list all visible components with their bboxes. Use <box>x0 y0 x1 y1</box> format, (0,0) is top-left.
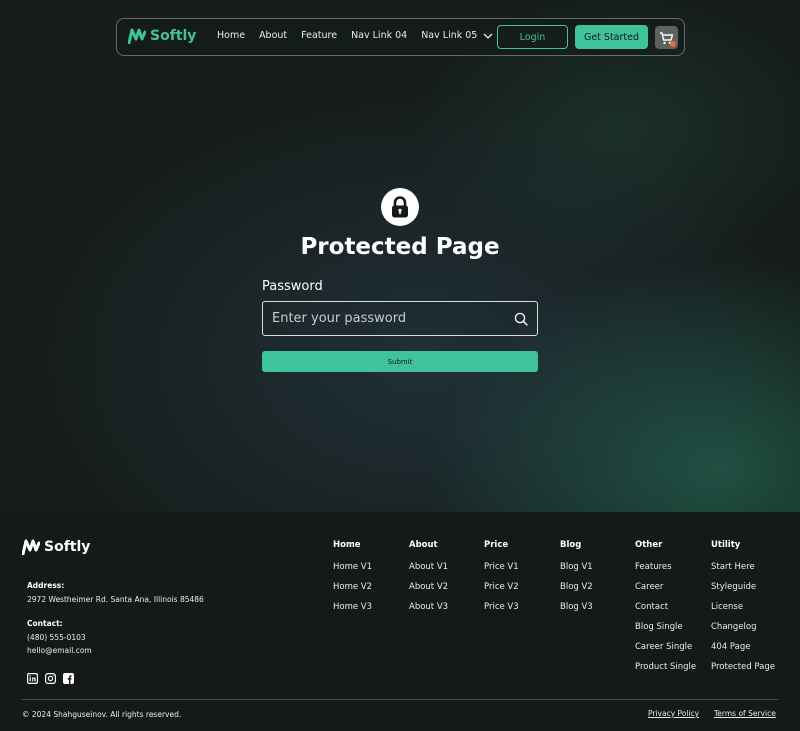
address-label: Address: <box>27 581 65 590</box>
footer-link[interactable]: Protected Page <box>711 662 775 682</box>
hero-section: Softly Home About Feature Nav Link 04 Na… <box>0 0 800 512</box>
footer-link[interactable]: About V1 <box>409 562 448 582</box>
instagram-icon[interactable] <box>45 669 57 685</box>
footer-link[interactable]: Price V1 <box>484 562 519 582</box>
search-icon[interactable] <box>514 312 528 326</box>
footer-link[interactable]: License <box>711 602 775 622</box>
page-title: Protected Page <box>300 234 500 260</box>
cart-badge <box>670 41 676 47</box>
footer-column-utility: Utility Start Here Styleguide License Ch… <box>711 540 775 682</box>
footer-column-heading: Price <box>484 540 509 550</box>
nav-link-about[interactable]: About <box>259 30 287 41</box>
footer-link[interactable]: About V2 <box>409 582 448 602</box>
submit-button[interactable]: Submit <box>262 351 538 372</box>
footer-column-price: Price Price V1 Price V2 Price V3 <box>484 540 519 622</box>
footer-column-blog: Blog Blog V1 Blog V2 Blog V3 <box>560 540 593 622</box>
footer-column-heading: About <box>409 540 438 550</box>
footer-link[interactable]: Features <box>635 562 696 582</box>
footer-link[interactable]: Home V2 <box>333 582 372 602</box>
phone-text[interactable]: (480) 555-0103 <box>27 633 86 642</box>
footer-link[interactable]: Price V3 <box>484 602 519 622</box>
facebook-icon[interactable] <box>63 669 74 684</box>
footer-link[interactable]: 404 Page <box>711 642 775 662</box>
footer-column-heading: Utility <box>711 540 741 550</box>
chevron-down-icon <box>483 33 493 39</box>
footer-link[interactable]: Styleguide <box>711 582 775 602</box>
address-text: 2972 Westheimer Rd. Santa Ana, Illinois … <box>27 595 204 604</box>
footer-link[interactable]: Career Single <box>635 642 696 662</box>
footer-logo[interactable]: Softly <box>22 539 90 555</box>
footer-divider <box>22 699 778 700</box>
footer-link[interactable]: Blog V2 <box>560 582 593 602</box>
footer-link[interactable]: Home V1 <box>333 562 372 582</box>
footer: Softly Address: 2972 Westheimer Rd. Sant… <box>0 512 800 731</box>
privacy-policy-link[interactable]: Privacy Policy <box>648 709 699 718</box>
copyright-text: © 2024 Shahguseinov. All rights reserved… <box>22 710 182 719</box>
footer-link[interactable]: Blog V3 <box>560 602 593 622</box>
linkedin-icon[interactable] <box>27 669 39 685</box>
brand-name: Softly <box>44 539 91 555</box>
lock-badge <box>381 188 419 226</box>
footer-link[interactable]: Product Single <box>635 662 696 682</box>
footer-column-heading: Home <box>333 540 361 550</box>
nav-link-05-label: Nav Link 05 <box>421 30 478 41</box>
nav-link-home[interactable]: Home <box>217 30 245 41</box>
password-input[interactable] <box>272 302 502 335</box>
cart-button[interactable] <box>655 26 678 49</box>
nav-link-feature[interactable]: Feature <box>301 30 337 41</box>
footer-link[interactable]: Changelog <box>711 622 775 642</box>
nav-links: Home About Feature Nav Link 04 Nav Link … <box>217 30 507 41</box>
email-text[interactable]: hello@email.com <box>27 646 92 655</box>
brand-name: Softly <box>150 28 197 44</box>
footer-column-home: Home Home V1 Home V2 Home V3 <box>333 540 372 622</box>
navbar-logo[interactable]: Softly <box>128 28 196 44</box>
password-field[interactable] <box>262 301 538 336</box>
contact-label: Contact: <box>27 619 63 628</box>
footer-column-other: Other Features Career Contact Blog Singl… <box>635 540 696 682</box>
footer-column-heading: Other <box>635 540 663 550</box>
terms-of-service-link[interactable]: Terms of Service <box>714 709 776 718</box>
password-label: Password <box>262 279 323 294</box>
nav-link-05-dropdown[interactable]: Nav Link 05 <box>421 30 493 41</box>
lock-icon <box>392 196 408 218</box>
footer-link[interactable]: Start Here <box>711 562 775 582</box>
footer-link[interactable]: Blog Single <box>635 622 696 642</box>
footer-link[interactable]: Price V2 <box>484 582 519 602</box>
footer-link[interactable]: Home V3 <box>333 602 372 622</box>
social-links <box>27 669 81 685</box>
footer-column-about: About About V1 About V2 About V3 <box>409 540 448 622</box>
nav-link-04[interactable]: Nav Link 04 <box>351 30 407 41</box>
softly-logo-icon <box>22 539 40 555</box>
footer-link[interactable]: Blog V1 <box>560 562 593 582</box>
footer-link[interactable]: About V3 <box>409 602 448 622</box>
navbar: Softly Home About Feature Nav Link 04 Na… <box>116 18 685 56</box>
login-button[interactable]: Login <box>497 25 568 49</box>
footer-column-heading: Blog <box>560 540 582 550</box>
footer-link[interactable]: Contact <box>635 602 696 622</box>
softly-logo-icon <box>128 28 146 44</box>
get-started-button[interactable]: Get Started <box>575 25 648 49</box>
footer-link[interactable]: Career <box>635 582 696 602</box>
